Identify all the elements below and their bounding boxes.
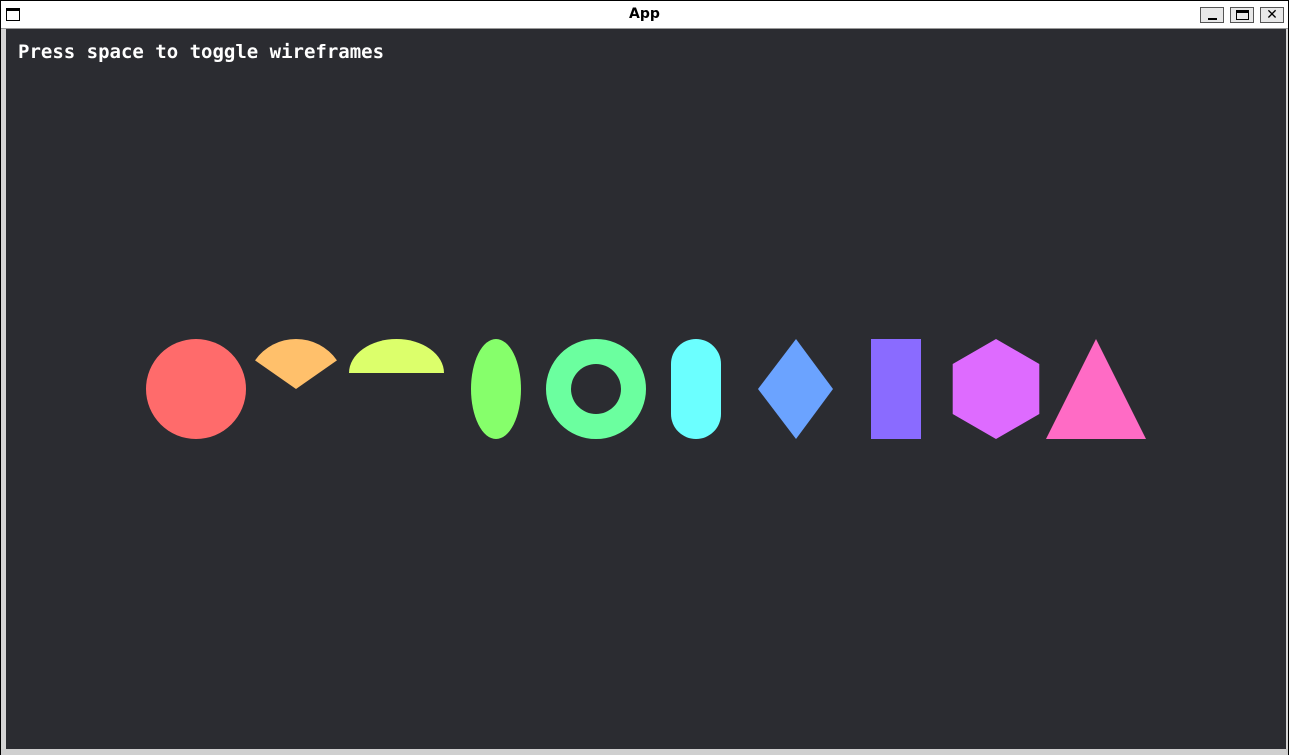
maximize-icon [1235,10,1249,20]
minimize-icon [1207,18,1217,20]
ellipse-shape [471,339,521,439]
triangle-shape [1046,339,1146,439]
maximize-button[interactable] [1230,7,1254,23]
window-title: App [629,6,660,22]
minimize-button[interactable] [1200,7,1224,23]
close-icon: ✕ [1266,7,1278,23]
annulus-shape [545,338,646,440]
app-window: App ✕ Press space to toggle wireframes [0,0,1289,755]
capsule-shape [671,339,721,439]
semicircle-shape [349,339,444,373]
render-canvas[interactable]: Press space to toggle wireframes [6,29,1286,749]
hexagon-shape [952,339,1040,439]
circle-shape [146,339,246,439]
shapes-layer [146,338,1146,440]
bottom-border [1,749,1288,755]
circular-sector-shape [255,338,337,389]
title-bar[interactable]: App ✕ [1,1,1288,29]
close-button[interactable]: ✕ [1260,7,1284,23]
rectangle-shape [871,339,921,439]
rhombus-shape [758,339,833,439]
